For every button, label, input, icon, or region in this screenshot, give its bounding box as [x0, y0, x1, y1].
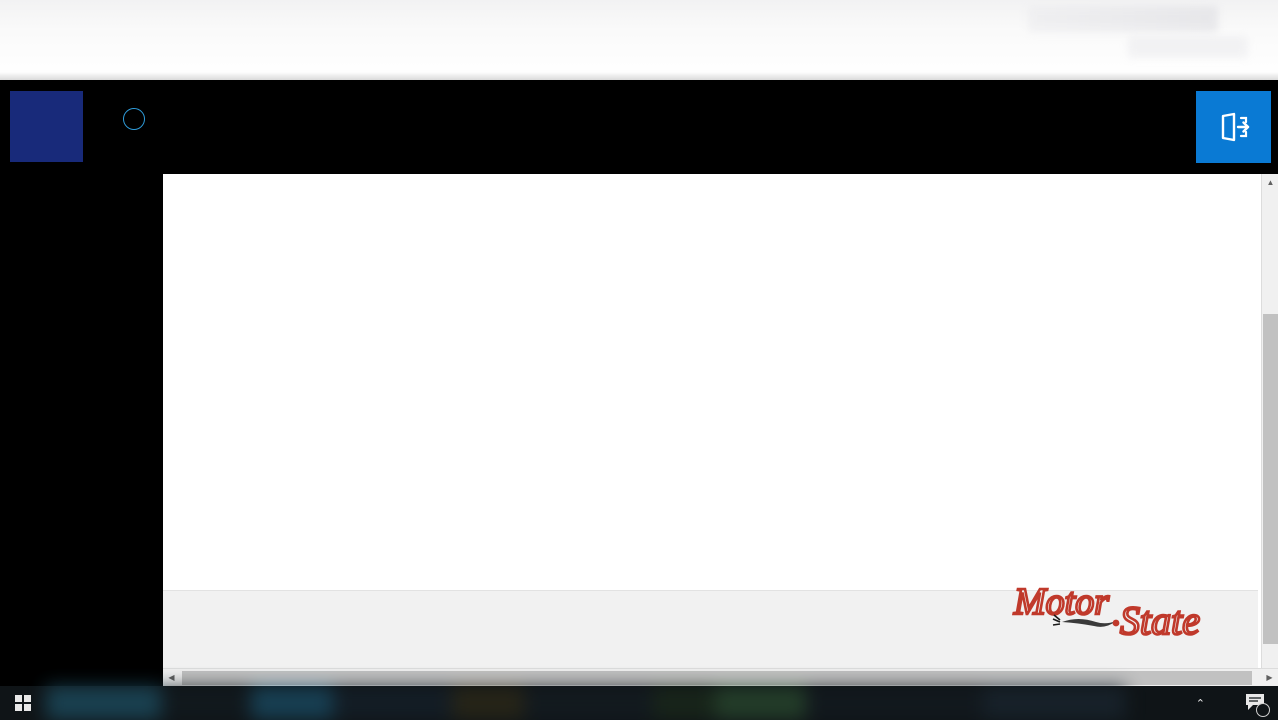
content-horizontal-scrollbar[interactable]: ◀ ▶ — [163, 668, 1278, 686]
taskbar-item — [715, 686, 806, 720]
screen-root: ▲ ▼ Motor State — [0, 0, 1278, 720]
vehicle-tiles-area — [163, 174, 1243, 589]
tray-expand-chevron-icon[interactable]: ⌃ — [1196, 697, 1205, 710]
coverage-content-pane: Motor State — [163, 174, 1278, 686]
taskbar-item — [332, 686, 453, 720]
taskbar-item — [523, 686, 653, 720]
hscroll-left-arrow[interactable]: ◀ — [163, 669, 180, 686]
idc-logo — [112, 106, 156, 154]
content-scroll-thumb[interactable] — [1263, 314, 1278, 644]
hscroll-thumb[interactable] — [182, 671, 1252, 685]
texa-logo — [10, 91, 83, 162]
strip-shadow — [0, 72, 1278, 80]
taskbar-item — [251, 686, 333, 720]
windows-logo-icon — [15, 695, 31, 711]
exit-door-icon — [1221, 112, 1249, 142]
windows-taskbar: ⌃ — [0, 686, 1278, 720]
browser-blurred-button — [1128, 36, 1248, 58]
notification-badge — [1256, 703, 1270, 717]
taskbar-item — [805, 686, 983, 720]
taskbar-blurred-items — [46, 686, 1126, 720]
tray-notifications-button[interactable] — [1244, 691, 1270, 717]
app-header — [0, 80, 1278, 174]
taskbar-item — [982, 686, 1126, 720]
taskbar-item — [160, 686, 252, 720]
texa-idc5-application: ▲ ▼ Motor State — [0, 80, 1278, 686]
browser-blurred-search — [1028, 6, 1218, 32]
taskbar-item — [452, 686, 524, 720]
content-scrollbar[interactable]: ▲ ▼ — [1261, 174, 1278, 686]
browser-background-strip — [0, 0, 1278, 80]
content-scroll-up-arrow[interactable]: ▲ — [1262, 174, 1278, 191]
windows-start-button[interactable] — [0, 686, 46, 720]
hscroll-right-arrow[interactable]: ▶ — [1261, 669, 1278, 686]
taskbar-item — [46, 686, 161, 720]
legend-bar — [163, 590, 1258, 668]
taskbar-item — [652, 686, 716, 720]
exit-button[interactable] — [1196, 91, 1271, 163]
system-tray: ⌃ — [1196, 686, 1278, 720]
idc-logo-ring — [123, 108, 145, 130]
language-sidebar[interactable] — [0, 174, 163, 686]
